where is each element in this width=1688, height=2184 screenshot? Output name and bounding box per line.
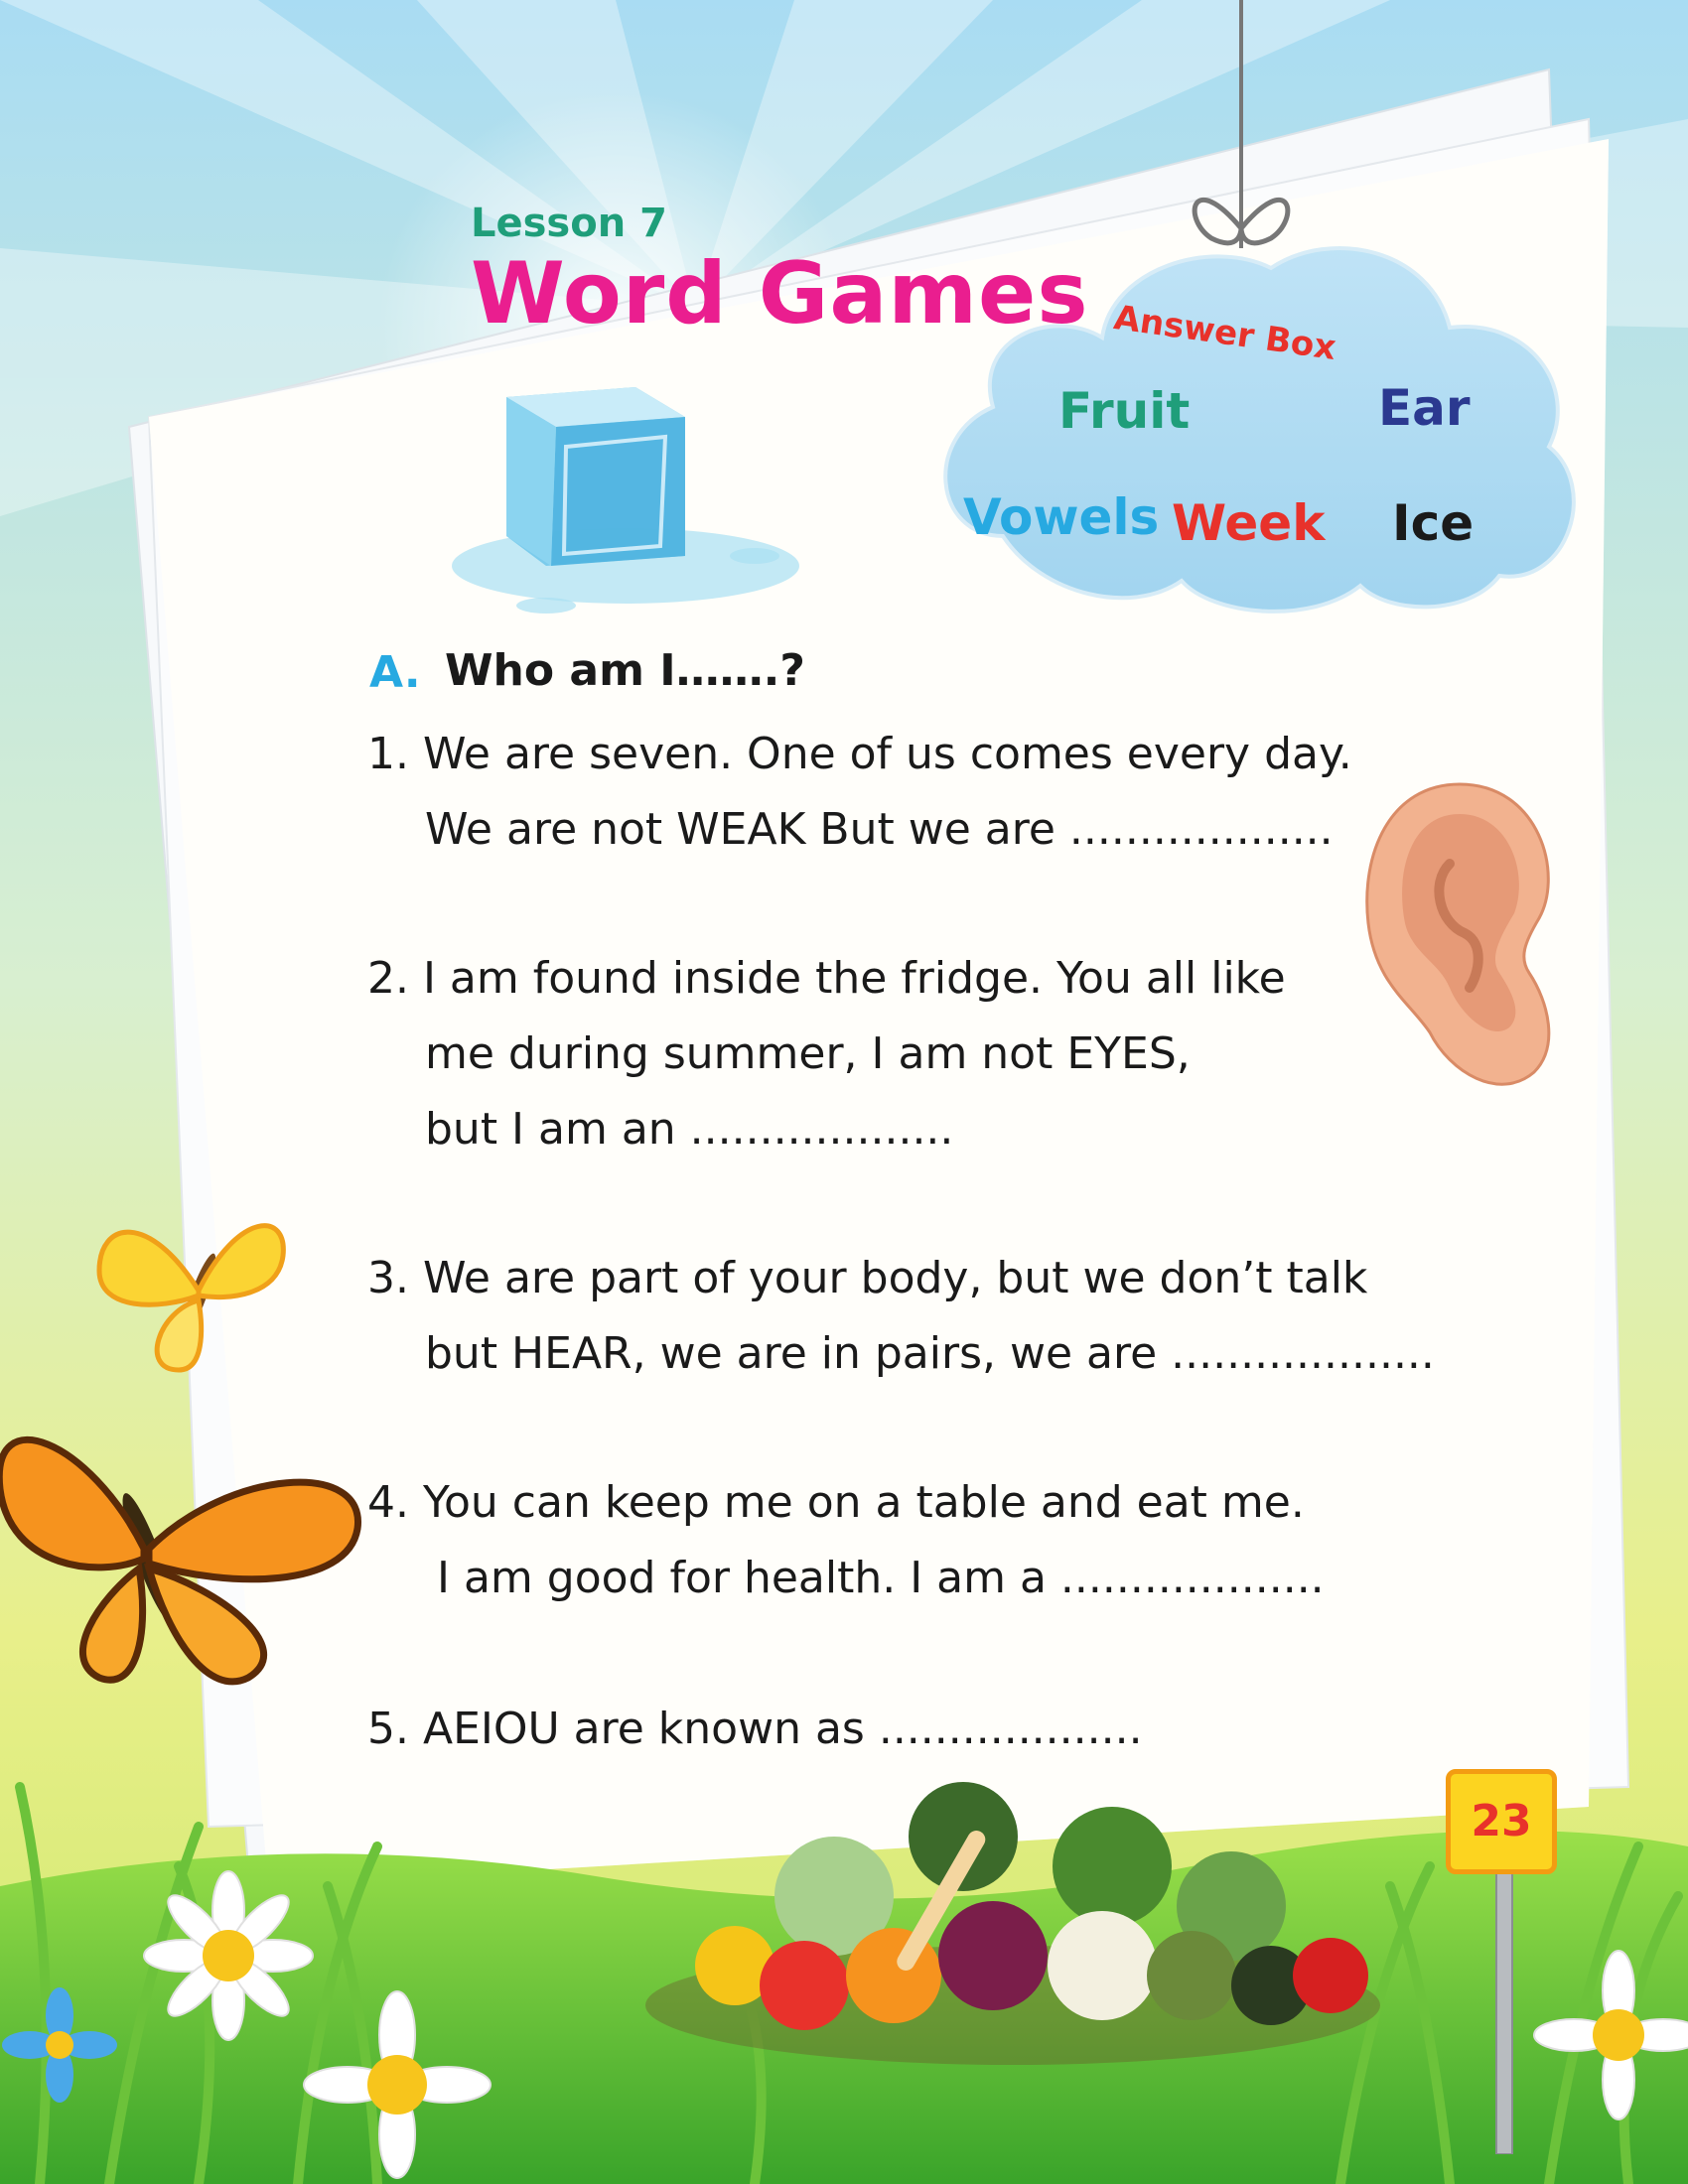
page-number-badge: 23 xyxy=(1446,1769,1557,1874)
question-line: but HEAR, we are in pairs, we are ......… xyxy=(425,1328,1435,1379)
butterfly-icon xyxy=(0,1435,361,1686)
answer-word-fruit: Fruit xyxy=(1058,382,1191,440)
question-line: We are not WEAK But we are .............… xyxy=(425,804,1334,855)
lesson-label: Lesson 7 xyxy=(471,201,667,246)
answer-word-vowels: Vowels xyxy=(963,488,1160,546)
question-3: 3. We are part of your body, but we don’… xyxy=(367,1241,1435,1392)
question-1: 1. We are seven. One of us comes every d… xyxy=(367,717,1352,868)
daisy-icon xyxy=(1533,1950,1688,2120)
question-2: 2. I am found inside the fridge. You all… xyxy=(367,941,1286,1167)
answer-word-ice: Ice xyxy=(1392,494,1475,552)
question-line: 4. You can keep me on a table and eat me… xyxy=(367,1477,1305,1528)
ice-cube-icon xyxy=(452,387,799,614)
butterfly-icon xyxy=(96,1223,286,1373)
question-line: but I am an ................... xyxy=(425,1104,954,1155)
question-5: 5. AEIOU are known as ..................… xyxy=(367,1692,1143,1767)
vegetables-icon xyxy=(645,1782,1380,2065)
answer-word-week: Week xyxy=(1172,494,1326,552)
ear-icon xyxy=(1365,782,1551,1086)
daisy-icon xyxy=(2,1870,492,2179)
section-title: Who am I…….? xyxy=(445,645,805,696)
question-line: 3. We are part of your body, but we don’… xyxy=(367,1253,1368,1303)
question-4: 4. You can keep me on a table and eat me… xyxy=(367,1465,1325,1616)
question-line: 5. AEIOU are known as ..................… xyxy=(367,1704,1143,1754)
question-line: 1. We are seven. One of us comes every d… xyxy=(367,729,1352,779)
question-line: me during summer, I am not EYES, xyxy=(425,1028,1191,1079)
answer-word-ear: Ear xyxy=(1378,379,1471,437)
question-line: 2. I am found inside the fridge. You all… xyxy=(367,953,1286,1004)
section-letter: A. xyxy=(369,647,421,698)
question-line: I am good for health. I am a ...........… xyxy=(437,1553,1325,1603)
signpost-icon xyxy=(1495,1866,1513,2154)
